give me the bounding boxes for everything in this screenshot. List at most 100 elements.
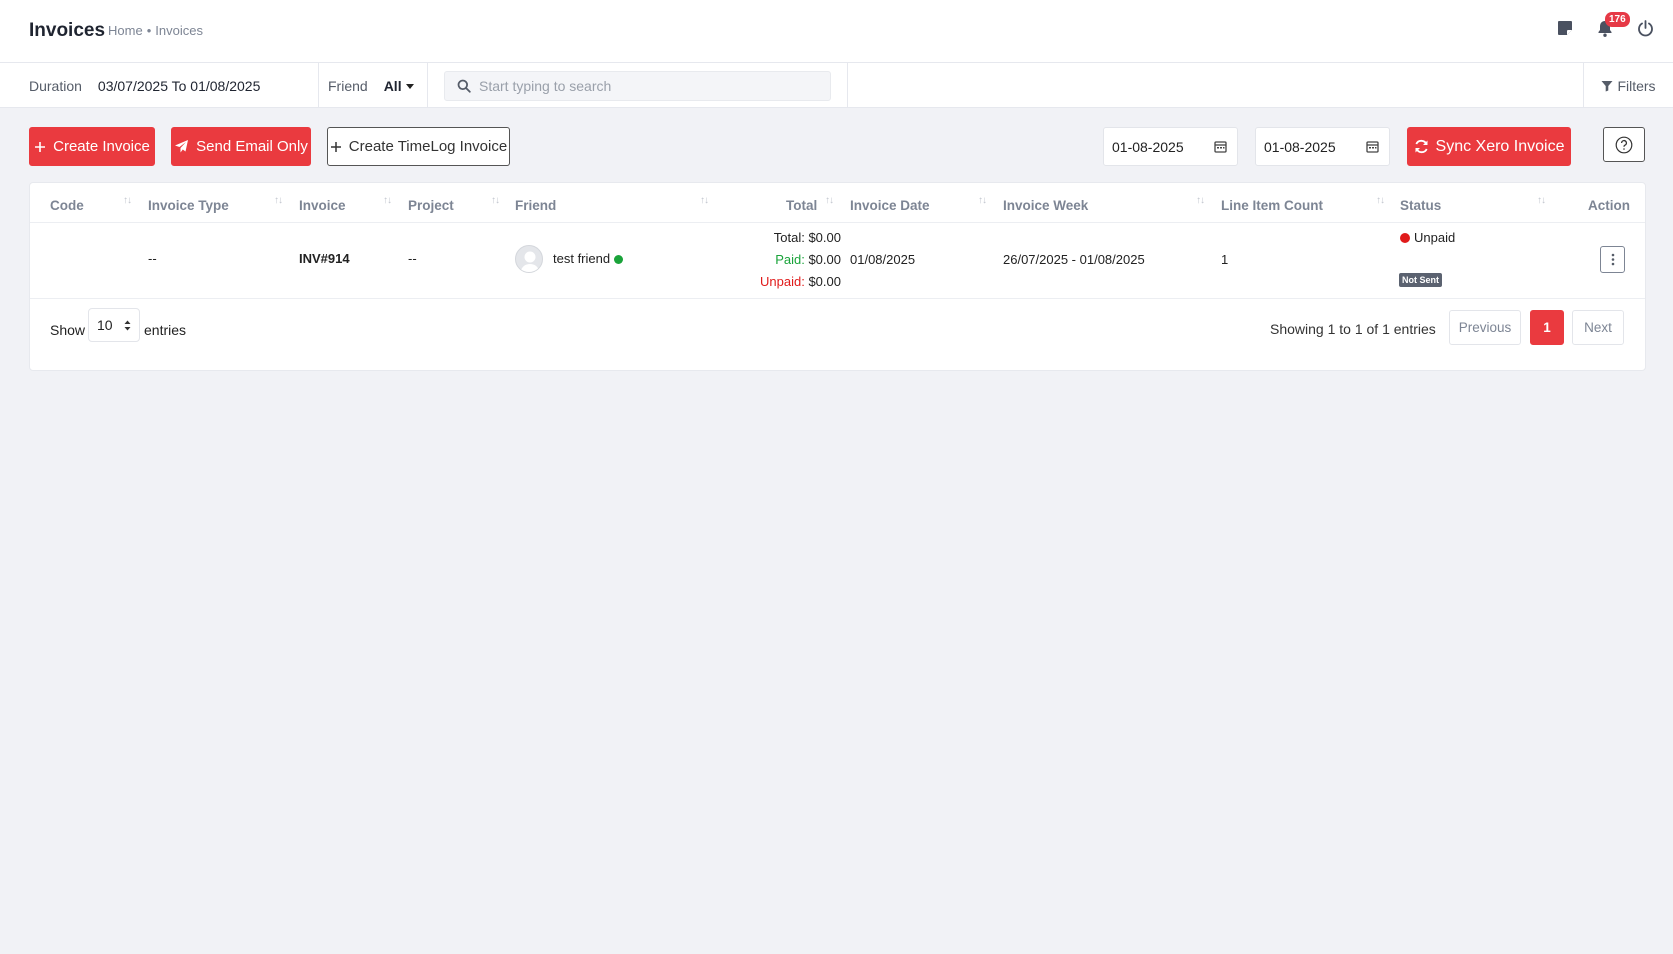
entries-label: entries	[144, 322, 187, 338]
funnel-icon	[1601, 80, 1613, 91]
sort-icon[interactable]: ↑↓	[123, 195, 132, 206]
breadcrumb-separator: •	[146, 23, 152, 38]
search-box[interactable]	[444, 71, 831, 101]
friend-label: Friend	[328, 77, 368, 94]
search-icon	[457, 79, 471, 93]
cell-invoice-date: 01/08/2025	[850, 252, 916, 267]
notification-count-badge: 176	[1605, 12, 1630, 27]
date-to-input[interactable]: 01-08-2025	[1255, 127, 1390, 166]
plus-icon	[35, 141, 46, 152]
friend-avatar	[515, 245, 543, 273]
breadcrumb-current: Invoices	[155, 23, 203, 38]
column-header-status[interactable]: Status	[1400, 198, 1441, 213]
paid-label: Paid:	[775, 252, 805, 267]
create-invoice-button[interactable]: Create Invoice	[29, 127, 155, 166]
friend-dropdown[interactable]: All	[384, 78, 414, 94]
friend-dropdown-value: All	[383, 77, 402, 94]
cell-invoice-type: --	[148, 251, 157, 266]
paper-plane-icon	[175, 140, 189, 153]
help-button[interactable]	[1603, 127, 1645, 162]
row-actions-button[interactable]	[1600, 246, 1625, 273]
date-from-value: 01-08-2025	[1112, 138, 1184, 155]
date-to-value: 01-08-2025	[1264, 138, 1336, 155]
sync-xero-invoice-label: Sync Xero Invoice	[1435, 137, 1565, 155]
power-icon[interactable]	[1635, 18, 1655, 38]
sort-icon[interactable]: ↑↓	[1196, 195, 1205, 206]
breadcrumb-home[interactable]: Home	[108, 23, 143, 38]
page-size-value: 10	[97, 317, 113, 333]
filter-bar: Duration 03/07/2025 To 01/08/2025 Friend…	[0, 63, 1673, 108]
date-from-input[interactable]: 01-08-2025	[1103, 127, 1238, 166]
friend-filter[interactable]: Friend All	[319, 63, 428, 108]
sync-xero-invoice-button[interactable]: Sync Xero Invoice	[1407, 127, 1571, 166]
question-circle-icon	[1615, 136, 1633, 153]
column-header-total[interactable]: Total	[786, 198, 817, 213]
row-divider	[30, 298, 1645, 299]
next-page-button[interactable]: Next	[1572, 310, 1624, 345]
cell-friend[interactable]: test friend	[553, 251, 624, 266]
total-value: $0.00	[808, 230, 841, 245]
create-timelog-invoice-label: Create TimeLog Invoice	[348, 138, 508, 155]
sort-icon[interactable]: ↑↓	[825, 195, 834, 206]
top-header: Invoices Home • Invoices 176	[0, 0, 1673, 63]
header-icons: 176	[1555, 12, 1655, 38]
sort-updown-icon	[124, 320, 131, 330]
send-email-only-label: Send Email Only	[196, 138, 308, 155]
pagination-summary: Showing 1 to 1 of 1 entries	[1270, 321, 1436, 337]
sync-icon	[1414, 139, 1428, 154]
calendar-icon[interactable]	[1214, 140, 1227, 153]
duration-value[interactable]: 03/07/2025 To 01/08/2025	[98, 78, 260, 94]
send-email-only-button[interactable]: Send Email Only	[171, 127, 311, 166]
sort-icon[interactable]: ↑↓	[978, 195, 987, 206]
duration-filter[interactable]: Duration 03/07/2025 To 01/08/2025	[0, 63, 319, 108]
column-header-invoice-type[interactable]: Invoice Type	[148, 198, 229, 213]
page-size-select[interactable]: 10	[88, 308, 140, 342]
column-header-invoice-date[interactable]: Invoice Date	[850, 198, 930, 213]
duration-label: Duration	[29, 77, 82, 94]
vertical-dots-icon	[1611, 253, 1614, 266]
cell-invoice-number[interactable]: INV#914	[299, 251, 350, 266]
bell-icon[interactable]: 176	[1595, 12, 1630, 38]
cell-project: --	[408, 251, 417, 266]
sort-icon[interactable]: ↑↓	[274, 195, 283, 206]
column-header-friend[interactable]: Friend	[515, 198, 556, 213]
search-input[interactable]	[479, 78, 819, 94]
sort-icon[interactable]: ↑↓	[1537, 195, 1546, 206]
total-label: Total:	[773, 230, 805, 245]
notes-icon[interactable]	[1555, 18, 1575, 38]
column-header-project[interactable]: Project	[408, 198, 454, 213]
cell-paid-line: Paid: $0.00	[775, 252, 841, 267]
column-header-action: Action	[1588, 198, 1630, 213]
sort-icon[interactable]: ↑↓	[700, 195, 709, 206]
cell-line-item-count: 1	[1221, 252, 1229, 267]
unpaid-value: $0.00	[808, 274, 841, 289]
cell-invoice-week: 26/07/2025 - 01/08/2025	[1003, 252, 1145, 267]
show-label: Show	[50, 322, 86, 338]
column-header-invoice-week[interactable]: Invoice Week	[1003, 198, 1088, 213]
caret-down-icon	[405, 84, 414, 90]
cell-total-line: Total: $0.00	[774, 230, 841, 245]
status-dot	[1400, 233, 1410, 243]
friend-name: test friend	[553, 251, 611, 266]
not-sent-badge: Not Sent	[1399, 273, 1442, 287]
filters-button[interactable]: Filters	[1583, 63, 1673, 108]
create-timelog-invoice-button[interactable]: Create TimeLog Invoice	[327, 127, 510, 166]
user-placeholder-icon	[520, 251, 540, 272]
sort-icon[interactable]: ↑↓	[1376, 195, 1385, 206]
previous-page-button[interactable]: Previous	[1449, 310, 1521, 345]
sort-icon[interactable]: ↑↓	[383, 195, 392, 206]
status-label: Unpaid	[1414, 230, 1456, 245]
calendar-icon[interactable]	[1366, 140, 1379, 153]
page-button-1[interactable]: 1	[1530, 310, 1564, 345]
filters-label: Filters	[1617, 77, 1656, 94]
header-divider	[30, 222, 1645, 223]
column-header-line-item-count[interactable]: Line Item Count	[1221, 198, 1323, 213]
unpaid-label: Unpaid:	[760, 274, 805, 289]
create-invoice-label: Create Invoice	[53, 138, 150, 155]
plus-icon	[330, 141, 341, 152]
column-header-invoice[interactable]: Invoice	[299, 198, 346, 213]
cell-status: Unpaid	[1400, 230, 1455, 245]
column-header-code[interactable]: Code	[50, 198, 84, 213]
cell-unpaid-line: Unpaid: $0.00	[760, 274, 841, 289]
sort-icon[interactable]: ↑↓	[491, 195, 500, 206]
